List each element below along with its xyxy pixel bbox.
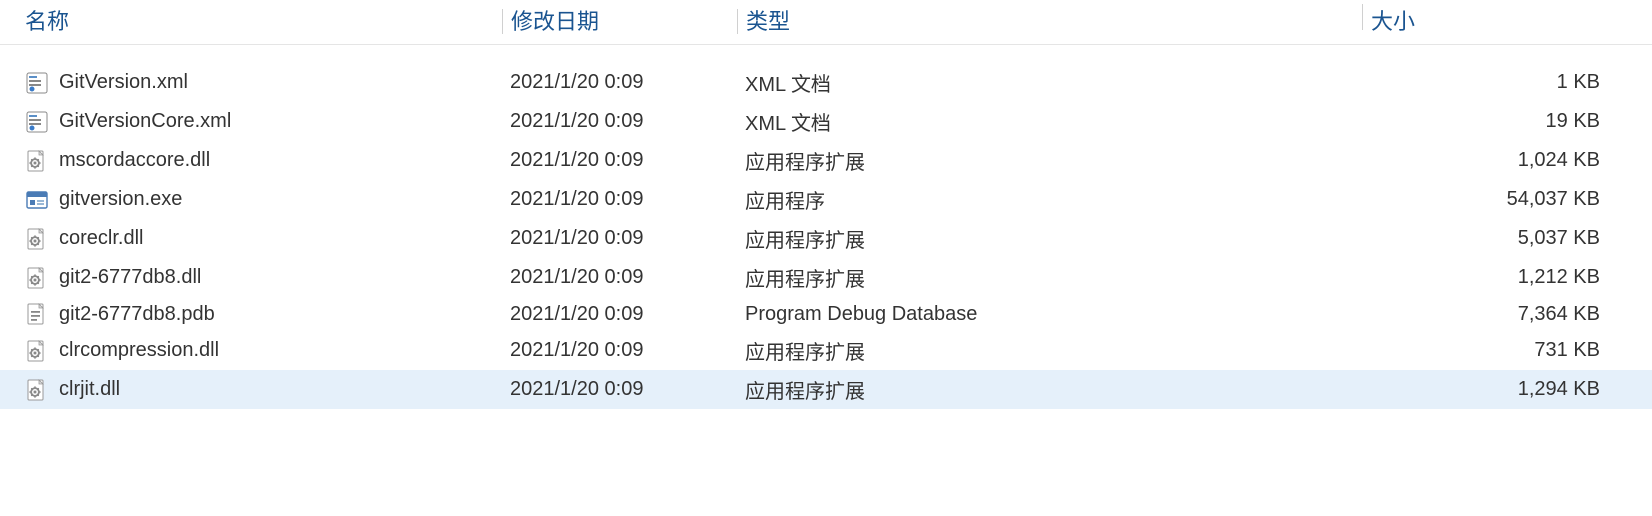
column-header-row: 名称 修改日期 类型 大小: [0, 0, 1652, 45]
file-size-cell: 1 KB: [1370, 71, 1630, 94]
file-size-cell: 7,364 KB: [1370, 303, 1630, 326]
column-header-name-label: 名称: [25, 4, 69, 36]
file-name-label: gitversion.exe: [59, 188, 182, 211]
column-separator: [502, 9, 503, 34]
file-name-label: coreclr.dll: [59, 227, 143, 250]
column-header-size[interactable]: 大小: [1370, 4, 1630, 36]
file-name-label: clrcompression.dll: [59, 339, 219, 362]
file-size-cell: 1,024 KB: [1370, 149, 1630, 172]
file-row[interactable]: gitversion.exe 2021/1/20 0:09应用程序54,037 K…: [0, 180, 1652, 219]
file-date-cell: 2021/1/20 0:09: [510, 339, 745, 362]
dll-file-icon: [25, 339, 49, 363]
file-name-cell: mscordaccore.dll: [0, 149, 510, 173]
file-row[interactable]: clrjit.dll 2021/1/20 0:09应用程序扩展1,294 KB: [0, 370, 1652, 409]
file-date-cell: 2021/1/20 0:09: [510, 110, 745, 133]
file-name-label: GitVersion.xml: [59, 71, 188, 94]
file-name-label: git2-6777db8.pdb: [59, 303, 215, 326]
file-type-cell: Program Debug Database: [745, 303, 1370, 326]
file-name-label: mscordaccore.dll: [59, 149, 210, 172]
file-date-cell: 2021/1/20 0:09: [510, 188, 745, 211]
file-name-label: git2-6777db8.dll: [59, 266, 201, 289]
xml-file-icon: [25, 110, 49, 134]
file-list: 名称 修改日期 类型 大小 GitVersion.xml 2021/1/20 0:…: [0, 0, 1652, 409]
file-type-cell: 应用程序扩展: [745, 375, 1370, 404]
file-row[interactable]: mscordaccore.dll 2021/1/20 0:09应用程序扩展1,02…: [0, 141, 1652, 180]
column-header-type[interactable]: 类型: [745, 4, 1370, 36]
file-row[interactable]: GitVersionCore.xml 2021/1/20 0:09XML 文档19…: [0, 102, 1652, 141]
file-name-cell: gitversion.exe: [0, 188, 510, 212]
dll-file-icon: [25, 266, 49, 290]
file-name-label: clrjit.dll: [59, 378, 120, 401]
file-size-cell: 1,212 KB: [1370, 266, 1630, 289]
file-row[interactable]: clrcompression.dll 2021/1/20 0:09应用程序扩展73…: [0, 331, 1652, 370]
file-name-cell: clrjit.dll: [0, 378, 510, 402]
file-name-label: GitVersionCore.xml: [59, 110, 231, 133]
file-name-cell: coreclr.dll: [0, 227, 510, 251]
file-date-cell: 2021/1/20 0:09: [510, 71, 745, 94]
column-header-date[interactable]: 修改日期: [510, 4, 745, 36]
dll-file-icon: [25, 378, 49, 402]
file-size-cell: 731 KB: [1370, 339, 1630, 362]
file-size-cell: 19 KB: [1370, 110, 1630, 133]
dll-file-icon: [25, 149, 49, 173]
file-date-cell: 2021/1/20 0:09: [510, 227, 745, 250]
file-type-cell: 应用程序: [745, 185, 1370, 214]
xml-file-icon: [25, 71, 49, 95]
file-size-cell: 54,037 KB: [1370, 188, 1630, 211]
file-size-cell: 5,037 KB: [1370, 227, 1630, 250]
file-row[interactable]: GitVersion.xml 2021/1/20 0:09XML 文档1 KB: [0, 63, 1652, 102]
file-type-cell: 应用程序扩展: [745, 336, 1370, 365]
column-header-size-label: 大小: [1371, 4, 1415, 36]
file-type-cell: 应用程序扩展: [745, 146, 1370, 175]
file-row[interactable]: git2-6777db8.pdb 2021/1/20 0:09Program De…: [0, 297, 1652, 331]
file-date-cell: 2021/1/20 0:09: [510, 149, 745, 172]
file-name-cell: git2-6777db8.pdb: [0, 302, 510, 326]
file-row[interactable]: git2-6777db8.dll 2021/1/20 0:09应用程序扩展1,21…: [0, 258, 1652, 297]
file-type-cell: XML 文档: [745, 68, 1370, 97]
file-size-cell: 1,294 KB: [1370, 378, 1630, 401]
file-row[interactable]: coreclr.dll 2021/1/20 0:09应用程序扩展5,037 KB: [0, 219, 1652, 258]
file-name-cell: git2-6777db8.dll: [0, 266, 510, 290]
column-separator: [1362, 4, 1363, 30]
file-date-cell: 2021/1/20 0:09: [510, 378, 745, 401]
column-header-name[interactable]: 名称: [0, 4, 510, 36]
file-name-cell: GitVersion.xml: [0, 71, 510, 95]
file-name-cell: GitVersionCore.xml: [0, 110, 510, 134]
file-type-cell: 应用程序扩展: [745, 224, 1370, 253]
column-separator: [737, 9, 738, 34]
exe-file-icon: [25, 188, 49, 212]
file-date-cell: 2021/1/20 0:09: [510, 266, 745, 289]
file-type-cell: 应用程序扩展: [745, 263, 1370, 292]
file-type-cell: XML 文档: [745, 107, 1370, 136]
dll-file-icon: [25, 227, 49, 251]
pdb-file-icon: [25, 302, 49, 326]
column-header-type-label: 类型: [746, 9, 790, 34]
file-date-cell: 2021/1/20 0:09: [510, 303, 745, 326]
file-name-cell: clrcompression.dll: [0, 339, 510, 363]
column-header-date-label: 修改日期: [511, 9, 599, 34]
